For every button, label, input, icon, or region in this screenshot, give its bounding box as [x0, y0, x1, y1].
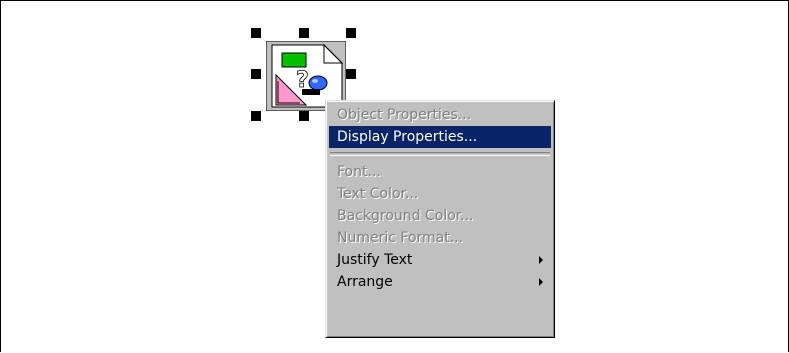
selection-handle-bottom-left[interactable]: [251, 111, 261, 121]
submenu-arrow-icon: [539, 278, 543, 286]
selection-handle-middle-right[interactable]: [346, 69, 356, 79]
selection-handle-top-center[interactable]: [299, 28, 309, 38]
menu-item-numeric-format[interactable]: Numeric Format...: [329, 227, 551, 249]
menu-item-label: Arrange: [337, 274, 393, 290]
menu-item-label: Background Color...: [337, 208, 474, 224]
menu-item-label: Numeric Format...: [337, 230, 464, 246]
menu-item-display-properties[interactable]: Display Properties...: [329, 126, 551, 148]
menu-item-font[interactable]: Font...: [329, 161, 551, 183]
menu-item-object-properties[interactable]: Object Properties...: [329, 104, 551, 126]
document-canvas[interactable]: ? Object Properties... Display Propertie…: [0, 0, 789, 352]
selection-handle-top-left[interactable]: [251, 28, 261, 38]
menu-item-label: Font...: [337, 164, 381, 180]
context-menu: Object Properties... Display Properties.…: [325, 100, 555, 338]
selection-handle-bottom-center[interactable]: [299, 111, 309, 121]
menu-item-label: Object Properties...: [337, 107, 472, 123]
menu-item-background-color[interactable]: Background Color...: [329, 205, 551, 227]
menu-item-label: Justify Text: [337, 252, 413, 268]
submenu-arrow-icon: [539, 256, 543, 264]
menu-separator: [330, 152, 550, 156]
menu-item-justify-text[interactable]: Justify Text: [329, 249, 551, 271]
selection-handle-top-right[interactable]: [346, 28, 356, 38]
menu-item-text-color[interactable]: Text Color...: [329, 183, 551, 205]
menu-item-label: Display Properties...: [337, 129, 478, 145]
menu-item-arrange[interactable]: Arrange: [329, 271, 551, 293]
menu-item-label: Text Color...: [337, 186, 419, 202]
selection-handle-middle-left[interactable]: [251, 69, 261, 79]
